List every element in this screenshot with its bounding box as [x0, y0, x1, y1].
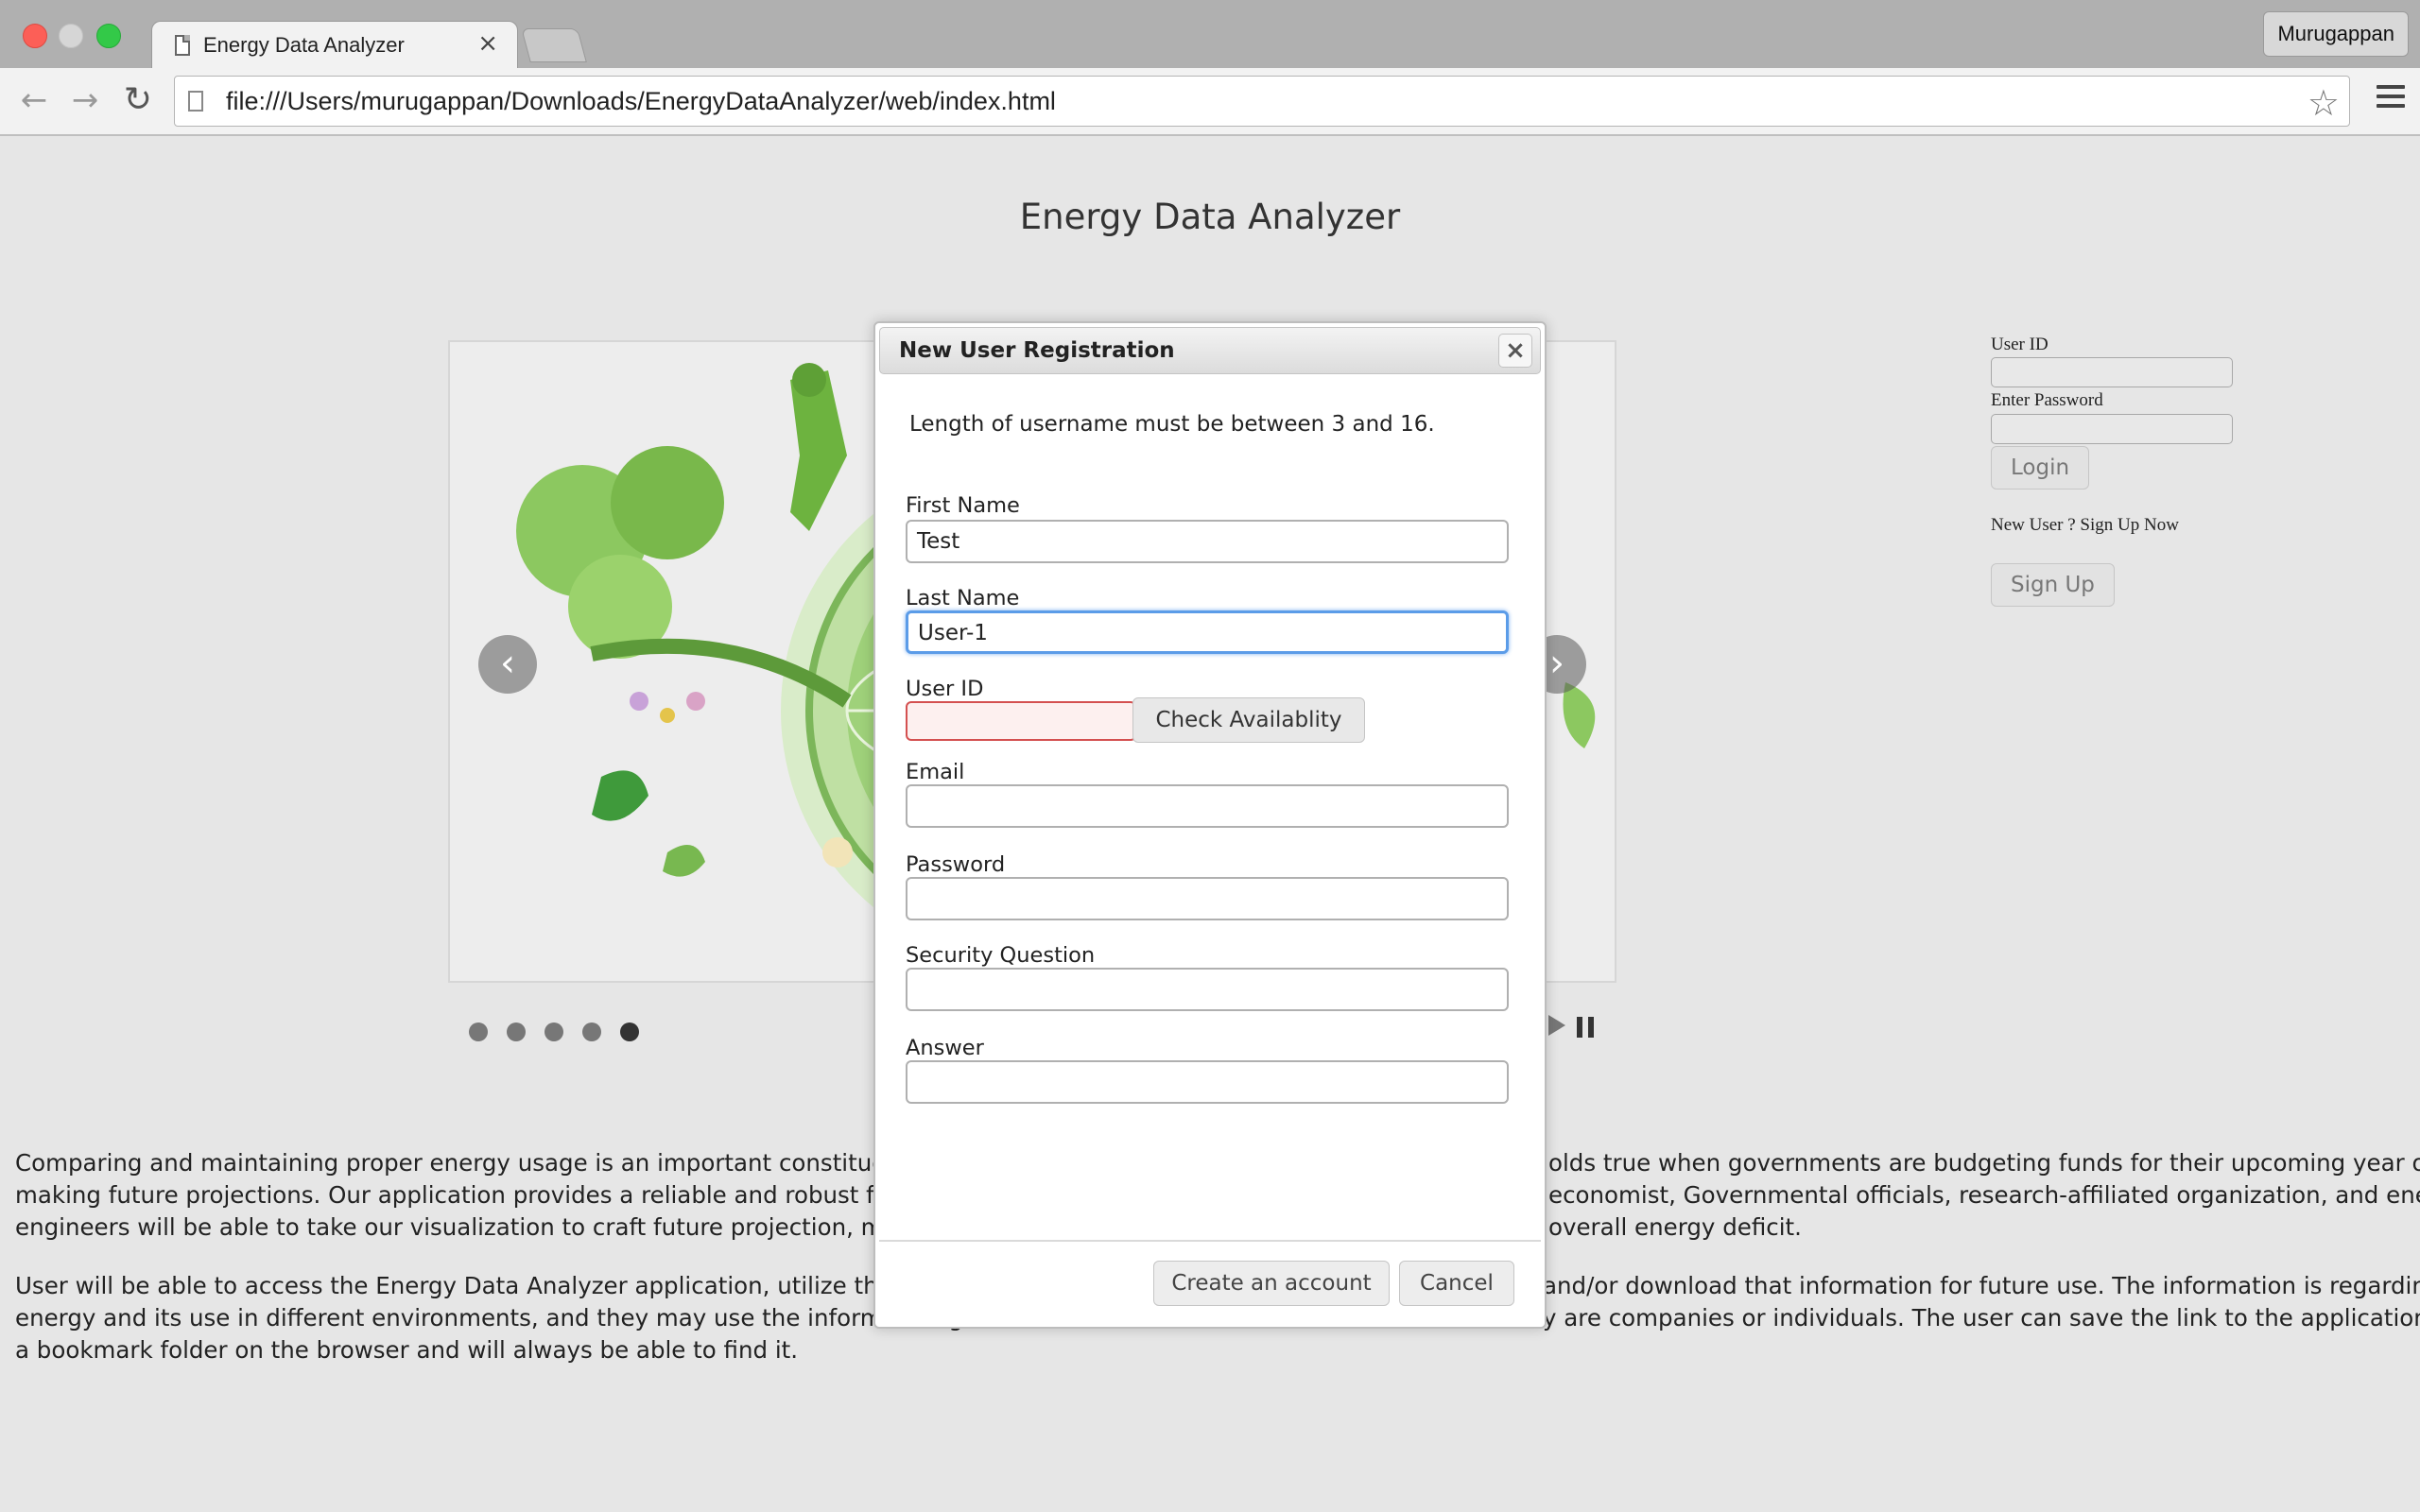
paragraph-line: and/or download that information for fut…	[1543, 1272, 2420, 1299]
window-maximize-button[interactable]	[96, 24, 121, 48]
password-label: Password	[906, 852, 1006, 877]
answer-label: Answer	[906, 1036, 984, 1060]
new-tab-button[interactable]	[521, 28, 587, 62]
registration-dialog: New User Registration × Length of userna…	[873, 321, 1547, 1329]
paragraph-right-column: olds true when governments are budgeting…	[1548, 1147, 2420, 1244]
paragraph-line: User will be able to access the Energy D…	[15, 1272, 950, 1299]
check-availability-button[interactable]: Check Availablity	[1132, 697, 1365, 743]
dialog-header: New User Registration ×	[879, 327, 1541, 374]
browser-tab[interactable]: Energy Data Analyzer ×	[151, 21, 518, 71]
page-icon	[188, 91, 203, 112]
security-question-label: Security Question	[906, 943, 1096, 968]
login-button[interactable]: Login	[1991, 446, 2090, 490]
email-field[interactable]	[906, 784, 1509, 828]
dialog-divider	[879, 1240, 1541, 1242]
paragraph-line: making future projections. Our applicati…	[15, 1181, 947, 1209]
paragraph-left-column: User will be able to access the Energy D…	[15, 1270, 963, 1366]
address-bar[interactable]: file:///Users/murugappan/Downloads/Energ…	[174, 76, 2350, 127]
paragraph-line: economist, Governmental officials, resea…	[1548, 1181, 2420, 1209]
password-field[interactable]	[906, 877, 1509, 920]
paragraph-line: energy and its use in different environm…	[15, 1304, 963, 1332]
paragraph-line: Comparing and maintaining proper energy …	[15, 1149, 955, 1177]
security-question-field[interactable]	[906, 968, 1509, 1011]
dialog-title: New User Registration	[899, 338, 1175, 363]
slider-dot-1[interactable]	[469, 1022, 488, 1041]
window-minimize-button[interactable]	[59, 24, 83, 48]
forward-arrow-icon[interactable]: →	[66, 81, 104, 119]
hamburger-menu-icon[interactable]	[2377, 85, 2405, 108]
email-label: Email	[906, 760, 965, 784]
login-userid-input[interactable]	[1991, 357, 2233, 387]
first-name-field[interactable]: Test	[906, 520, 1509, 563]
login-password-input[interactable]	[1991, 414, 2233, 444]
browser-tab-strip: Energy Data Analyzer × Murugappan	[0, 0, 2420, 71]
paragraph-right-column: and/or download that information for fut…	[1543, 1270, 2420, 1334]
paragraph-left-column: Comparing and maintaining proper energy …	[15, 1147, 955, 1244]
paragraph-line: olds true when governments are budgeting…	[1548, 1149, 2420, 1177]
cancel-button[interactable]: Cancel	[1399, 1261, 1514, 1306]
slider-dot-4[interactable]	[582, 1022, 601, 1041]
page-title: Energy Data Analyzer	[1019, 197, 1401, 237]
window-close-button[interactable]	[23, 24, 47, 48]
star-icon[interactable]: ☆	[2308, 82, 2340, 124]
signup-button[interactable]: Sign Up	[1991, 563, 2115, 607]
paragraph-line: y are companies or individuals. The user…	[1543, 1304, 2420, 1332]
login-password-label: Enter Password	[1991, 390, 2103, 410]
answer-field[interactable]	[906, 1060, 1509, 1104]
slider-dot-3[interactable]	[544, 1022, 563, 1041]
tab-close-icon[interactable]: ×	[477, 29, 498, 58]
create-account-button[interactable]: Create an account	[1153, 1261, 1390, 1306]
login-userid-label: User ID	[1991, 335, 2048, 354]
paragraph-line: a bookmark folder on the browser and wil…	[15, 1336, 799, 1364]
signup-prompt: New User ? Sign Up Now	[1991, 515, 2179, 535]
reload-icon[interactable]: ↻	[119, 81, 157, 119]
play-icon[interactable]	[1548, 1015, 1565, 1036]
profile-button[interactable]: Murugappan	[2263, 11, 2409, 57]
slider-dot-2[interactable]	[507, 1022, 526, 1041]
last-name-label: Last Name	[906, 586, 1020, 610]
pause-icon[interactable]	[1577, 1017, 1594, 1038]
browser-toolbar: ← → ↻ file:///Users/murugappan/Downloads…	[0, 68, 2420, 136]
user-id-label: User ID	[906, 677, 984, 701]
back-arrow-icon[interactable]: ←	[15, 81, 53, 119]
last-name-field[interactable]: User-1	[906, 610, 1509, 654]
slider-dot-5[interactable]	[620, 1022, 639, 1041]
url-text[interactable]: file:///Users/murugappan/Downloads/Energ…	[226, 87, 1056, 116]
first-name-label: First Name	[906, 493, 1020, 518]
paragraph-line: overall energy deficit.	[1548, 1213, 1802, 1241]
tab-title: Energy Data Analyzer	[203, 33, 405, 57]
page-icon	[175, 35, 190, 56]
close-icon[interactable]: ×	[1498, 334, 1532, 368]
validation-message: Length of username must be between 3 and…	[909, 412, 1435, 437]
slider-prev-button[interactable]: ‹	[478, 635, 537, 694]
user-id-field[interactable]	[906, 701, 1136, 741]
paragraph-line: engineers will be able to take our visua…	[15, 1213, 945, 1241]
